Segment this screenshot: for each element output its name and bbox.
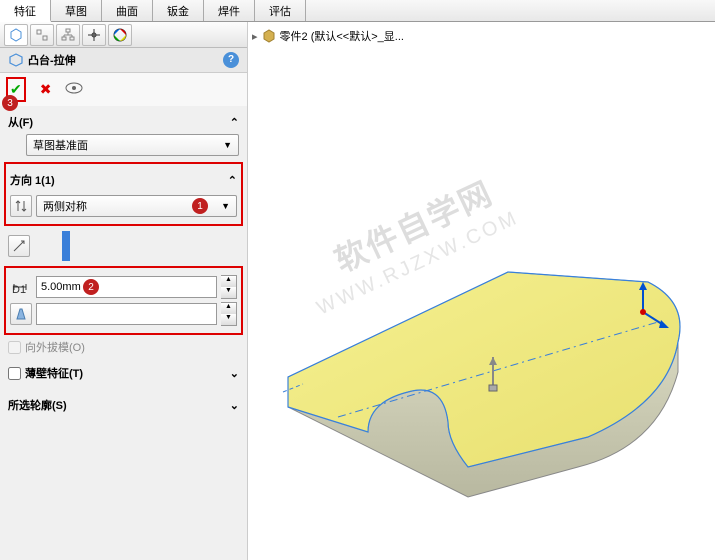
chevron-down-icon: ⌄ [230, 367, 239, 380]
panel-tab-origin[interactable] [82, 24, 106, 46]
panel-tab-feature[interactable] [4, 24, 28, 46]
contour-header[interactable]: 所选轮廓(S) ⌄ [8, 393, 239, 417]
cancel-icon[interactable]: ✖ [40, 81, 52, 98]
contour-section: 所选轮廓(S) ⌄ [0, 389, 247, 421]
thin-label: 薄壁特征(T) [25, 365, 83, 381]
annotation-badge-1: 1 [192, 198, 208, 214]
direction-highlight: 方向 1(1) ⌃ 两侧对称 ▼ 1 [4, 162, 243, 226]
tab-feature[interactable]: 特征 [0, 0, 51, 22]
spin-up-icon[interactable]: ▲ [221, 303, 236, 314]
from-header[interactable]: 从(F) ⌃ [8, 110, 239, 134]
chevron-up-icon: ⌃ [230, 116, 239, 129]
chevron-down-icon: ⌄ [230, 399, 239, 412]
top-tabs: 特征 草图 曲面 钣金 焊件 评估 [0, 0, 715, 22]
depth-spinner: ▲ ▼ [221, 275, 237, 299]
tab-sketch[interactable]: 草图 [51, 0, 102, 21]
help-icon[interactable]: ? [223, 52, 239, 68]
from-value: 草图基准面 [33, 137, 88, 153]
draft-outward-label: 向外拔模(O) [25, 339, 85, 355]
from-label: 从(F) [8, 114, 33, 130]
thin-section: 薄壁特征(T) ⌄ [0, 357, 247, 389]
svg-text:D1: D1 [12, 284, 26, 294]
direction-vector-icon[interactable] [8, 235, 30, 257]
tab-evaluate[interactable]: 评估 [255, 0, 306, 21]
draft-input[interactable] [36, 303, 217, 325]
contour-label: 所选轮廓(S) [8, 397, 67, 413]
draft-icon[interactable] [10, 303, 32, 325]
tab-weldment[interactable]: 焊件 [204, 0, 255, 21]
tab-surface[interactable]: 曲面 [102, 0, 153, 21]
end-condition-value: 两侧对称 [43, 198, 87, 214]
selection-indicator [62, 231, 70, 261]
feature-name-label: 凸台-拉伸 [28, 52, 76, 68]
dropdown-arrow-icon: ▼ [223, 140, 232, 150]
feature-title-bar: 凸台-拉伸 ? [0, 48, 247, 73]
reverse-direction-icon[interactable] [10, 195, 32, 217]
thin-checkbox[interactable] [8, 367, 21, 380]
preview-icon[interactable] [65, 82, 83, 97]
panel-tab-hierarchy[interactable] [56, 24, 80, 46]
panel-tab-appearance[interactable] [108, 24, 132, 46]
thin-header[interactable]: 薄壁特征(T) ⌄ [8, 361, 239, 385]
panel-tab-assembly[interactable] [30, 24, 54, 46]
model-canvas [248, 22, 715, 560]
from-combo[interactable]: 草图基准面 ▼ [26, 134, 239, 156]
spin-down-icon[interactable]: ▼ [221, 287, 236, 298]
panel-tabs [0, 22, 247, 48]
dropdown-arrow-icon: ▼ [221, 201, 230, 211]
property-panel: 凸台-拉伸 ? ✔ ✖ 3 从(F) ⌃ 草图基准面 ▼ 方向 1(1) ⌃ [0, 22, 248, 560]
chevron-up-icon: ⌃ [228, 174, 237, 187]
viewport[interactable]: ▸ 零件2 (默认<<默认>_显... 软件自学网 WWW.RJZXW.COM [248, 22, 715, 560]
draft-outward-checkbox [8, 341, 21, 354]
from-section: 从(F) ⌃ 草图基准面 ▼ [0, 106, 247, 160]
annotation-badge-2: 2 [83, 279, 99, 295]
draft-outward-row: 向外拔模(O) [0, 337, 247, 357]
depth-input[interactable]: 5.00mm 2 [36, 276, 217, 298]
tab-sheetmetal[interactable]: 钣金 [153, 0, 204, 21]
confirm-row: ✔ ✖ 3 [0, 73, 247, 106]
depth-icon[interactable]: D1 [10, 276, 32, 298]
depth-highlight: D1 5.00mm 2 ▲ ▼ ▲ ▼ [4, 266, 243, 335]
depth-value: 5.00mm [41, 281, 81, 293]
direction-header[interactable]: 方向 1(1) ⌃ [10, 168, 237, 192]
end-condition-combo[interactable]: 两侧对称 ▼ 1 [36, 195, 237, 217]
spin-up-icon[interactable]: ▲ [221, 276, 236, 287]
spin-down-icon[interactable]: ▼ [221, 314, 236, 325]
draft-spinner: ▲ ▼ [221, 302, 237, 326]
direction-label: 方向 1(1) [10, 172, 55, 188]
annotation-badge-3: 3 [2, 95, 18, 111]
